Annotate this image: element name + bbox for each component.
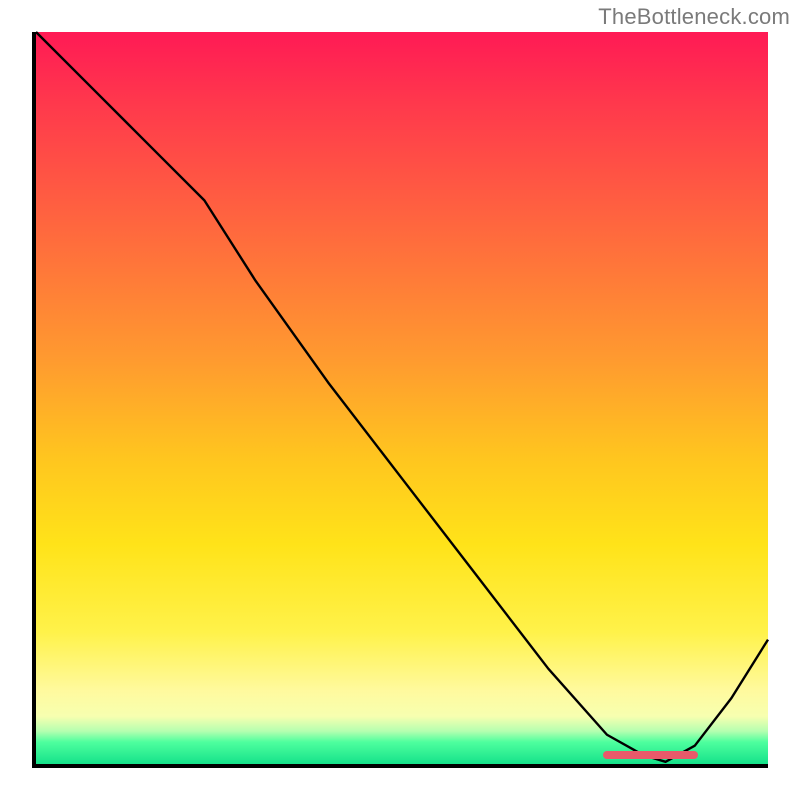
chart-curve [36,32,768,764]
minimum-marker-dash [603,751,699,759]
curve-path [36,32,768,762]
watermark-text: TheBottleneck.com [598,4,790,30]
plot-area [32,32,768,768]
